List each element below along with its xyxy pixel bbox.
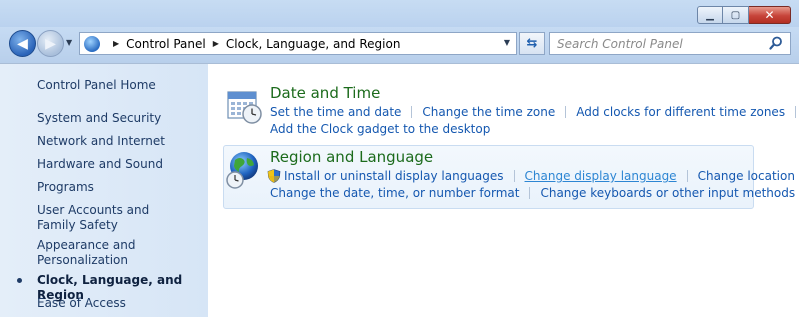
search-box[interactable] bbox=[549, 32, 791, 55]
link-row: Add the Clock gadget to the desktop bbox=[270, 122, 490, 136]
sidebar-item-label: Ease of Access bbox=[37, 296, 126, 310]
chevron-right-icon[interactable]: ▶ bbox=[213, 39, 219, 48]
address-dropdown-icon[interactable]: ▼ bbox=[504, 38, 510, 47]
sidebar-item-appearance[interactable]: Appearance and Personalization bbox=[37, 238, 147, 268]
divider bbox=[411, 106, 413, 118]
active-bullet-icon bbox=[17, 278, 22, 283]
sidebar-item-system-security[interactable]: System and Security bbox=[37, 111, 202, 126]
divider bbox=[513, 170, 515, 182]
sidebar: Control Panel Home System and Security N… bbox=[0, 63, 208, 317]
change-time-zone-link[interactable]: Change the time zone bbox=[422, 105, 555, 119]
back-button[interactable]: ◀ bbox=[9, 30, 36, 57]
minimize-button[interactable]: ▁ bbox=[697, 6, 723, 24]
category-title[interactable]: Region and Language bbox=[270, 148, 433, 166]
install-display-languages-link[interactable]: Install or uninstall display languages bbox=[284, 169, 504, 183]
divider bbox=[795, 106, 797, 118]
navigation-bar: ◀ ▶ ▼ ▶ Control Panel ▶ Clock, Language,… bbox=[0, 27, 799, 63]
sidebar-item-hardware-sound[interactable]: Hardware and Sound bbox=[37, 157, 202, 172]
sidebar-item-ease-of-access[interactable]: Ease of Access bbox=[37, 296, 202, 311]
calendar-clock-icon[interactable] bbox=[225, 86, 265, 126]
category-title[interactable]: Date and Time bbox=[270, 84, 380, 102]
control-panel-icon bbox=[84, 35, 100, 52]
main-content: Date and Time Set the time and date Chan… bbox=[208, 63, 799, 317]
uac-shield-icon bbox=[267, 169, 281, 183]
divider bbox=[686, 170, 688, 182]
sidebar-item-label: User Accounts and Family Safety bbox=[37, 203, 150, 232]
sidebar-item-label: System and Security bbox=[37, 111, 162, 125]
sidebar-item-label: Hardware and Sound bbox=[37, 157, 163, 171]
caption-buttons: ▁ ▢ ✕ bbox=[697, 6, 791, 24]
sidebar-item-label: Control Panel Home bbox=[37, 78, 156, 92]
sidebar-item-label: Appearance and Personalization bbox=[37, 238, 136, 267]
address-bar[interactable]: ▶ Control Panel ▶ Clock, Language, and R… bbox=[79, 32, 517, 55]
change-format-link[interactable]: Change the date, time, or number format bbox=[270, 186, 519, 200]
title-bar: ▁ ▢ ✕ bbox=[0, 0, 799, 30]
add-clock-gadget-link[interactable]: Add the Clock gadget to the desktop bbox=[270, 122, 490, 136]
maximize-button[interactable]: ▢ bbox=[723, 6, 749, 24]
sidebar-item-label: Programs bbox=[37, 180, 94, 194]
globe-clock-icon[interactable] bbox=[225, 150, 265, 190]
link-row: Change the date, time, or number format … bbox=[270, 186, 799, 200]
breadcrumb-clock-language-region[interactable]: Clock, Language, and Region bbox=[226, 37, 401, 51]
set-time-date-link[interactable]: Set the time and date bbox=[270, 105, 401, 119]
divider bbox=[565, 106, 567, 118]
change-keyboards-link[interactable]: Change keyboards or other input methods bbox=[540, 186, 795, 200]
search-input[interactable] bbox=[557, 34, 762, 53]
category-region-language: Region and Language Install or uninstall… bbox=[223, 148, 795, 208]
sidebar-item-programs[interactable]: Programs bbox=[37, 180, 202, 195]
link-row: Install or uninstall display languages C… bbox=[267, 169, 799, 183]
change-display-language-link[interactable]: Change display language bbox=[525, 169, 677, 183]
link-row: Set the time and date Change the time zo… bbox=[270, 105, 799, 119]
divider bbox=[529, 187, 531, 199]
sidebar-item-control-panel-home[interactable]: Control Panel Home bbox=[37, 78, 202, 93]
sidebar-item-label: Network and Internet bbox=[37, 134, 165, 148]
change-location-link[interactable]: Change location bbox=[698, 169, 795, 183]
close-button[interactable]: ✕ bbox=[749, 6, 791, 24]
refresh-icon: ⇆ bbox=[526, 36, 538, 51]
forward-button[interactable]: ▶ bbox=[37, 30, 64, 57]
add-clocks-link[interactable]: Add clocks for different time zones bbox=[576, 105, 785, 119]
refresh-button[interactable]: ⇆ bbox=[519, 32, 545, 55]
recent-pages-dropdown[interactable]: ▼ bbox=[66, 38, 72, 47]
sidebar-item-network-internet[interactable]: Network and Internet bbox=[37, 134, 202, 149]
category-date-time: Date and Time Set the time and date Chan… bbox=[223, 84, 797, 144]
sidebar-item-user-accounts[interactable]: User Accounts and Family Safety bbox=[37, 203, 187, 233]
breadcrumb-control-panel[interactable]: Control Panel bbox=[126, 37, 206, 51]
chevron-right-icon[interactable]: ▶ bbox=[113, 39, 119, 48]
search-icon[interactable] bbox=[769, 36, 783, 50]
